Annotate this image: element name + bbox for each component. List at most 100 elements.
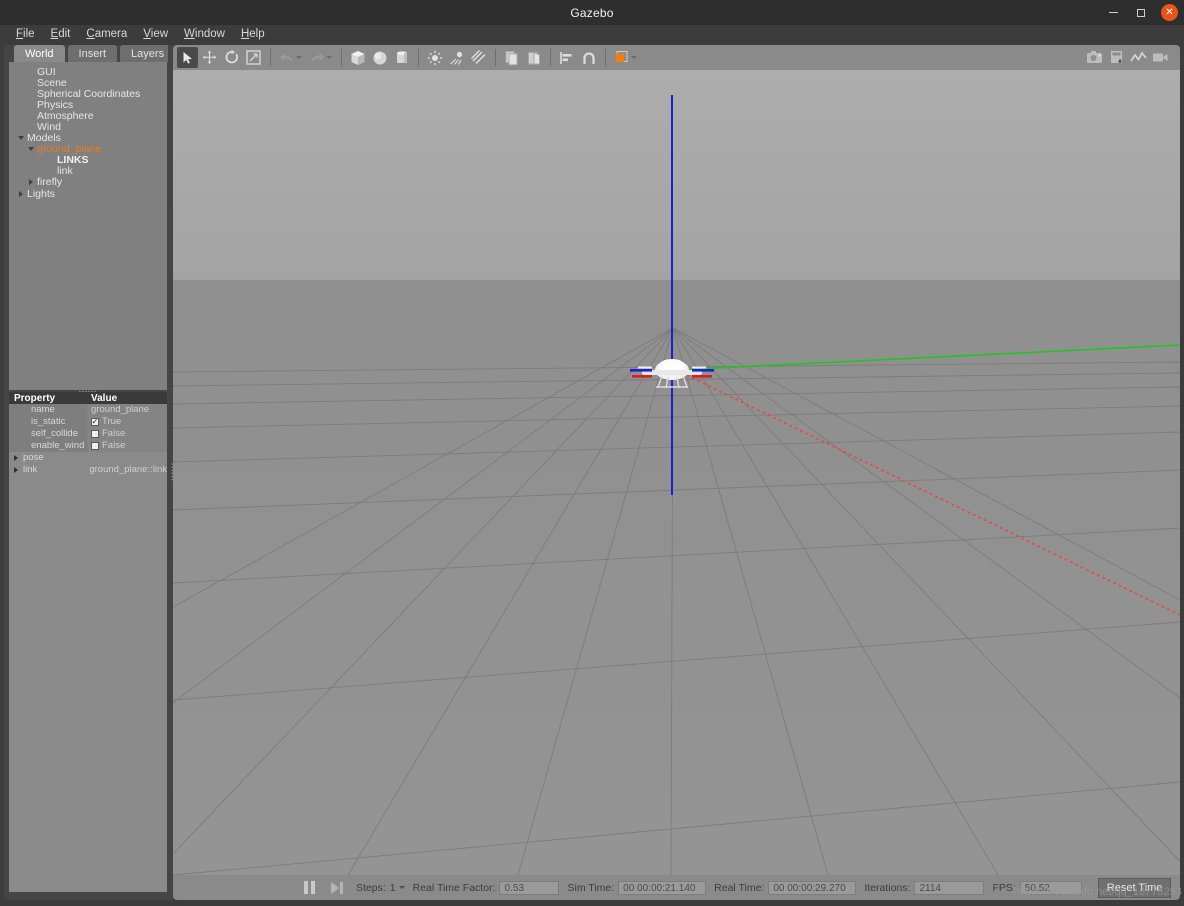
steps-value[interactable]: 1: [390, 882, 396, 894]
record-video-icon[interactable]: [1150, 47, 1171, 68]
left-panel: World Insert Layers GUISceneSpherical Co…: [4, 45, 170, 900]
real-time-factor-label: Real Time Factor:: [413, 882, 496, 894]
property-name-label: link: [23, 464, 37, 475]
property-value-label: ground_plane::link: [89, 464, 167, 475]
paste-icon[interactable]: [523, 47, 544, 68]
cylinder-icon[interactable]: [391, 47, 412, 68]
pause-icon: [304, 881, 315, 894]
tree-item-wind[interactable]: Wind: [9, 121, 167, 132]
scale-mode-icon[interactable]: [243, 47, 264, 68]
maximize-icon: [1137, 9, 1145, 17]
tree-item-links[interactable]: LINKS: [9, 155, 167, 166]
expander-closed-icon: [14, 455, 18, 461]
real-time-label: Real Time:: [714, 882, 764, 894]
checkbox[interactable]: [91, 430, 99, 438]
checkbox[interactable]: [91, 442, 99, 450]
directional-light-icon[interactable]: [468, 47, 489, 68]
tree-item-physics[interactable]: Physics: [9, 99, 167, 110]
property-name-label: pose: [23, 452, 44, 463]
expander-closed-icon[interactable]: [25, 179, 37, 185]
expander-open-icon[interactable]: [25, 147, 37, 151]
step-button[interactable]: [326, 878, 348, 898]
select-mode-icon[interactable]: [177, 47, 198, 68]
tree-item-scene[interactable]: Scene: [9, 77, 167, 88]
render-toolbar: [173, 45, 1180, 70]
box-icon[interactable]: [347, 47, 368, 68]
property-name: name: [9, 404, 87, 416]
maximize-button[interactable]: [1133, 5, 1149, 21]
property-row[interactable]: name ground_plane: [9, 404, 167, 416]
property-row[interactable]: pose: [9, 452, 167, 464]
snap-icon[interactable]: [578, 47, 599, 68]
property-value[interactable]: False: [87, 440, 167, 452]
menu-help[interactable]: Help: [233, 27, 273, 41]
copy-icon[interactable]: [501, 47, 522, 68]
point-light-icon[interactable]: [424, 47, 445, 68]
spot-light-icon[interactable]: [446, 47, 467, 68]
close-button[interactable]: ✕: [1161, 4, 1178, 21]
screenshot-icon[interactable]: [1084, 47, 1105, 68]
sphere-icon[interactable]: [369, 47, 390, 68]
property-value[interactable]: True: [87, 416, 167, 428]
pause-button[interactable]: [298, 878, 320, 898]
title-bar: Gazebo ✕: [0, 0, 1184, 25]
toolbar-separator: [270, 49, 271, 66]
align-icon[interactable]: [556, 47, 577, 68]
expander-closed-icon[interactable]: [15, 191, 27, 197]
undo-icon[interactable]: [276, 47, 297, 68]
watermark: https://blog.csdn.net/qq_16775293: [1013, 886, 1184, 898]
property-value-label: ground_plane: [91, 404, 149, 415]
tree-item-models[interactable]: Models: [9, 133, 167, 144]
window-title: Gazebo: [570, 6, 613, 20]
tree-item-atmosphere[interactable]: Atmosphere: [9, 110, 167, 121]
view-angle-dropdown-icon[interactable]: [631, 56, 637, 59]
redo-dropdown-icon[interactable]: [326, 56, 332, 59]
world-tree-panel[interactable]: GUISceneSpherical CoordinatesPhysicsAtmo…: [9, 62, 167, 390]
redo-icon[interactable]: [306, 47, 327, 68]
checkbox[interactable]: [91, 418, 99, 426]
tree-item-link[interactable]: link: [9, 166, 167, 177]
tab-world[interactable]: World: [14, 45, 65, 62]
tree-item-lights[interactable]: Lights: [9, 188, 167, 199]
property-panel: Property Value name ground_planeis_static…: [9, 392, 167, 892]
property-table-header: Property Value: [9, 392, 167, 404]
property-row[interactable]: enable_windFalse: [9, 440, 167, 452]
minimize-button[interactable]: [1105, 5, 1121, 21]
tree-item-firefly[interactable]: firefly: [9, 177, 167, 188]
steps-dropdown-icon[interactable]: [399, 886, 405, 889]
menu-window[interactable]: Window: [176, 27, 233, 41]
undo-dropdown-icon[interactable]: [296, 56, 302, 59]
property-name: enable_wind: [9, 440, 87, 452]
translate-mode-icon[interactable]: [199, 47, 220, 68]
tree-item-spherical-coordinates[interactable]: Spherical Coordinates: [9, 88, 167, 99]
tree-item-gui[interactable]: GUI: [9, 66, 167, 77]
property-row[interactable]: link ground_plane::link: [9, 464, 167, 476]
expander-open-icon[interactable]: [15, 136, 27, 140]
property-expander[interactable]: pose: [9, 452, 87, 464]
property-row[interactable]: self_collideFalse: [9, 428, 167, 440]
view-angle-icon[interactable]: [611, 47, 632, 68]
rotate-mode-icon[interactable]: [221, 47, 242, 68]
3d-viewport[interactable]: [173, 70, 1180, 875]
menu-file[interactable]: File: [8, 27, 43, 41]
property-row[interactable]: is_staticTrue: [9, 416, 167, 428]
property-expander[interactable]: link: [9, 464, 85, 476]
property-value[interactable]: False: [87, 428, 167, 440]
toolbar-right-group: [1084, 45, 1172, 70]
save-logs-icon[interactable]: [1106, 47, 1127, 68]
plot-icon[interactable]: [1128, 47, 1149, 68]
toolbar-separator: [605, 49, 606, 66]
gazebo-window: Gazebo ✕ File Edit Camera View Window He…: [0, 0, 1184, 906]
world-tree: GUISceneSpherical CoordinatesPhysicsAtmo…: [9, 62, 167, 199]
menu-bar: File Edit Camera View Window Help: [0, 25, 1184, 43]
menu-camera[interactable]: Camera: [78, 27, 135, 41]
render-area: Steps: 1 Real Time Factor: 0.53 Sim Time…: [173, 45, 1180, 900]
property-column-header: Property: [9, 393, 87, 404]
window-controls: ✕: [1105, 0, 1178, 25]
menu-edit[interactable]: Edit: [43, 27, 79, 41]
tree-item-ground-plane[interactable]: ground_plane: [9, 144, 167, 155]
tab-layers[interactable]: Layers: [120, 45, 175, 62]
property-name-label: name: [31, 404, 55, 415]
menu-view[interactable]: View: [135, 27, 176, 41]
tab-insert[interactable]: Insert: [68, 45, 118, 62]
